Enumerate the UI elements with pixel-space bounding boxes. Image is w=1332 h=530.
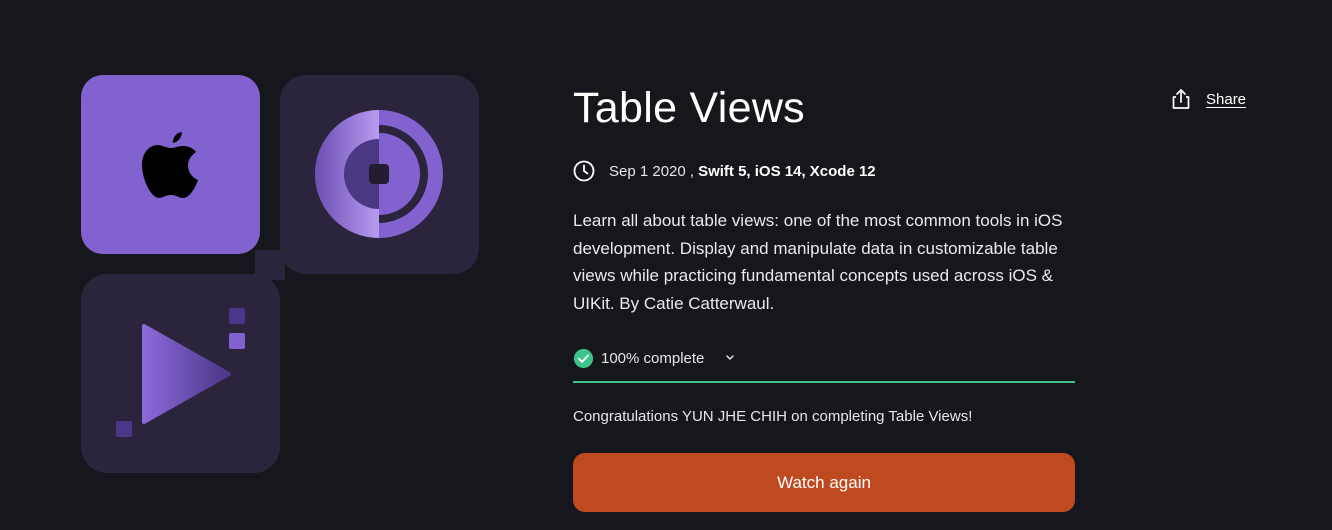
progress-label: 100% complete <box>601 350 705 367</box>
course-tech: Swift 5, iOS 14, Xcode 12 <box>698 162 876 180</box>
course-title: Table Views <box>573 84 805 132</box>
disc-icon <box>315 110 443 238</box>
apple-logo-icon <box>141 131 198 198</box>
play-icon <box>116 308 245 437</box>
share-icon <box>1172 89 1190 109</box>
play-tile <box>81 274 280 473</box>
share-label: Share <box>1206 90 1247 108</box>
check-circle-icon <box>574 349 593 368</box>
course-meta: Sep 1 2020 , Swift 5, iOS 14, Xcode 12 <box>573 160 876 182</box>
clock-icon <box>573 160 595 182</box>
watch-again-button[interactable]: Watch again <box>573 453 1075 512</box>
apple-tile <box>81 75 260 254</box>
course-artwork <box>0 0 560 530</box>
congrats-message: Congratulations YUN JHE CHIH on completi… <box>573 408 973 425</box>
chevron-down-icon <box>726 355 734 360</box>
progress-dropdown[interactable]: 100% complete <box>573 348 1075 383</box>
share-button[interactable]: Share <box>1170 88 1246 110</box>
course-date: Sep 1 2020 , <box>609 162 695 180</box>
disc-tile <box>280 75 479 274</box>
course-description: Learn all about table views: one of the … <box>573 211 1063 313</box>
